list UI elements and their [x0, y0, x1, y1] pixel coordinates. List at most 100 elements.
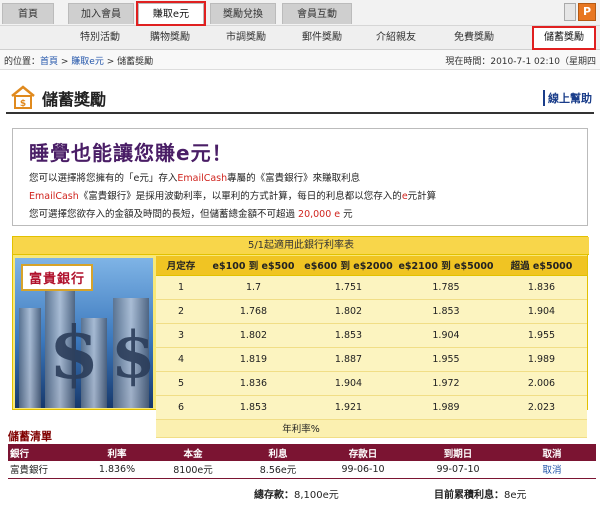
promo-headline: 睡覺也能讓您賺e元！ [29, 141, 233, 165]
savings-list-title: 儲蓄清單 [8, 430, 52, 443]
breadcrumb-prefix: 的位置： [4, 57, 41, 67]
promo-text: 元計算 [407, 191, 437, 202]
tab-reward-redeem[interactable]: 獎勵兌換 [210, 3, 276, 24]
rate-footer-label: 年利率% [206, 419, 396, 438]
rate-value-cell: 1.802 [206, 323, 301, 348]
svg-text:$: $ [20, 99, 26, 109]
tab-join-member[interactable]: 加入會員 [68, 3, 134, 24]
savings-col-header: 存款日 [318, 444, 408, 461]
rate-value-cell: 1.989 [396, 395, 496, 420]
savings-cell: 8.56e元 [238, 461, 318, 479]
rate-footer-spacer [496, 419, 587, 438]
rate-value-cell: 1.853 [301, 323, 396, 348]
promo-line-3: 您可選擇您欲存入的金額及時間的長短，但儲蓄總金額不可超過 20,000 e 元 [29, 206, 575, 220]
p-badge-icon[interactable]: P [578, 3, 596, 21]
breadcrumb-bar: 的位置：首頁 > 賺取e元 > 儲蓄獎勵 現在時間：2010-7-1 02:10… [0, 50, 600, 70]
rate-value-cell: 2.023 [496, 395, 587, 420]
bank-image: $ $ 富貴銀行 [15, 258, 153, 408]
promo-text: 元 [340, 209, 353, 220]
promo-text: 您可選擇您欲存入的金額及時間的長短，但儲蓄總金額不可超過 [29, 209, 299, 220]
submenu-shopping-rewards[interactable]: 購物獎勵 [140, 26, 200, 50]
breadcrumb-current: 儲蓄獎勵 [117, 57, 154, 67]
savings-cell: 富貴銀行 [8, 461, 86, 479]
savings-col-header: 本金 [148, 444, 238, 461]
rate-value-cell: 1.836 [206, 371, 301, 396]
rate-value-cell: 1.904 [496, 299, 587, 324]
savings-col-header: 到期日 [408, 444, 508, 461]
promo-highlight: EmailCash [29, 191, 79, 202]
rate-table: 月定存 e$100 到 e$500 e$600 到 e$2000 e$2100 … [156, 256, 587, 438]
rate-row: 6 1.853 1.921 1.989 2.023 [156, 395, 587, 420]
rate-months-cell: 2 [156, 299, 206, 324]
total-interest-value: 8e元 [504, 490, 527, 501]
rate-col-header: e$100 到 e$500 [206, 256, 301, 276]
rate-value-cell: 1.904 [301, 371, 396, 396]
rate-row: 3 1.802 1.853 1.904 1.955 [156, 323, 587, 348]
submenu: 特別活動 購物獎勵 市調獎勵 郵件獎勵 介紹親友 免費獎勵 儲蓄獎勵 [0, 26, 600, 50]
rate-row: 5 1.836 1.904 1.972 2.006 [156, 371, 587, 396]
breadcrumb-sep: > [58, 57, 72, 67]
rate-value-cell: 1.955 [396, 347, 496, 372]
rate-value-cell: 1.904 [396, 323, 496, 348]
rate-value-cell: 1.768 [206, 299, 301, 324]
scroll-box[interactable] [564, 3, 576, 21]
savings-table: 銀行 利率 本金 利息 存款日 到期日 取消 富貴銀行 1.836% 8100e元 8… [8, 444, 596, 479]
submenu-survey-rewards[interactable]: 市調獎勵 [216, 26, 276, 50]
table-row: 富貴銀行 1.836% 8100e元 8.56e元 99-06-10 99-07-10 取消 [8, 461, 596, 479]
rate-col-header: e$600 到 e$2000 [301, 256, 396, 276]
rate-months-cell: 1 [156, 275, 206, 300]
rate-value-cell: 1.972 [396, 371, 496, 396]
submenu-mail-rewards[interactable]: 郵件獎勵 [292, 26, 352, 50]
rate-row: 4 1.819 1.887 1.955 1.989 [156, 347, 587, 372]
savings-col-header: 利息 [238, 444, 318, 461]
total-deposit-value: 8,100e元 [294, 490, 339, 501]
promo-box: 睡覺也能讓您賺e元！ 您可以選擇將您擁有的「e元」存入EmailCash專屬的《… [12, 128, 588, 226]
page-title-bar: $ 儲蓄獎勵 線上幫助 [6, 80, 594, 114]
savings-col-header: 銀行 [8, 444, 86, 461]
rate-row: 1 1.7 1.751 1.785 1.836 [156, 275, 587, 300]
online-help-link[interactable]: 線上幫助 [543, 90, 592, 106]
total-interest: 目前累積利息：8e元 [434, 486, 527, 501]
submenu-refer-friends[interactable]: 介紹親友 [366, 26, 426, 50]
rate-value-cell: 1.7 [206, 275, 301, 300]
rate-months-cell: 3 [156, 323, 206, 348]
rate-value-cell: 1.989 [496, 347, 587, 372]
rate-months-cell: 4 [156, 347, 206, 372]
tab-home[interactable]: 首頁 [2, 3, 54, 24]
savings-cell: 8100e元 [148, 461, 238, 479]
promo-highlight: 20,000 e [298, 209, 341, 220]
promo-text: 《富貴銀行》是採用波動利率，以單利的方式計算，每日的利息都以您存入的 [78, 191, 402, 202]
total-deposit-label: 總存款： [254, 490, 294, 501]
savings-cell: 99-07-10 [408, 461, 508, 479]
promo-line-2: EmailCash《富貴銀行》是採用波動利率，以單利的方式計算，每日的利息都以您… [29, 188, 575, 202]
rate-value-cell: 1.887 [301, 347, 396, 372]
submenu-special-events[interactable]: 特別活動 [70, 26, 130, 50]
rate-footer-spacer [156, 419, 206, 438]
cancel-link[interactable]: 取消 [542, 465, 561, 476]
rate-value-cell: 1.836 [496, 275, 587, 300]
top-tabs: 首頁 加入會員 賺取e元 獎勵兌換 會員互動 P [0, 0, 600, 26]
promo-line-1: 您可以選擇將您擁有的「e元」存入EmailCash專屬的《富貴銀行》來賺取利息 [29, 170, 575, 184]
rate-table-caption: 5/1起適用此銀行利率表 [13, 237, 589, 255]
submenu-free-rewards[interactable]: 免費獎勵 [444, 26, 504, 50]
page-title: 儲蓄獎勵 [42, 90, 107, 109]
rate-col-header: e$2100 到 e$5000 [396, 256, 496, 276]
time-value: 2010-7-1 02:10（星期四 [490, 57, 596, 67]
breadcrumb-home-link[interactable]: 首頁 [40, 57, 58, 67]
savings-cell: 99-06-10 [318, 461, 408, 479]
submenu-savings-rewards[interactable]: 儲蓄獎勵 [532, 26, 596, 50]
rate-value-cell: 1.853 [396, 299, 496, 324]
bank-name-label: 富貴銀行 [21, 264, 94, 291]
rate-row: 2 1.768 1.802 1.853 1.904 [156, 299, 587, 324]
rate-col-header: 超過 e$5000 [496, 256, 587, 276]
tab-earn-e-cash[interactable]: 賺取e元 [136, 1, 206, 26]
rate-value-cell: 2.006 [496, 371, 587, 396]
house-icon: $ [11, 85, 35, 109]
rate-value-cell: 1.751 [301, 275, 396, 300]
breadcrumb-earn-link[interactable]: 賺取e元 [71, 57, 104, 67]
promo-text: 專屬的《富貴銀行》來賺取利息 [227, 173, 361, 184]
rate-months-cell: 6 [156, 395, 206, 420]
tab-member-interaction[interactable]: 會員互動 [282, 3, 352, 24]
rate-value-cell: 1.955 [496, 323, 587, 348]
rate-value-cell: 1.785 [396, 275, 496, 300]
